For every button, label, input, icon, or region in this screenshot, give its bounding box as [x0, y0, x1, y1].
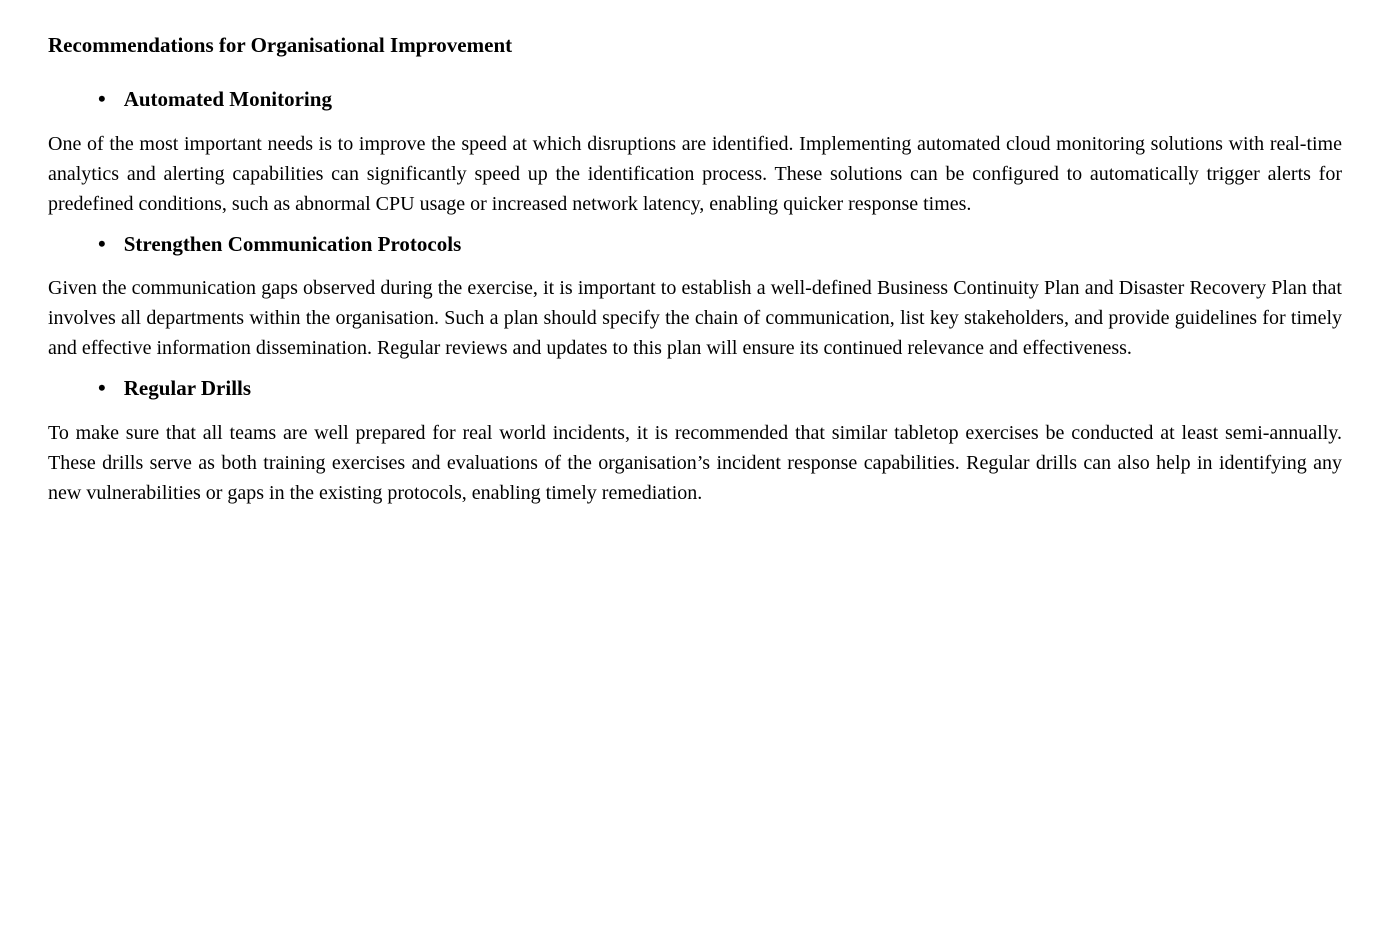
bullet-item-automated-monitoring: • Automated Monitoring — [48, 84, 1342, 114]
page-title: Recommendations for Organisational Impro… — [48, 30, 1342, 60]
bullet-item-strengthen-communication: • Strengthen Communication Protocols — [48, 229, 1342, 259]
sections-container: • Automated Monitoring One of the most imp… — [48, 84, 1342, 507]
section-body-automated-monitoring: One of the most important needs is to im… — [48, 129, 1342, 219]
bullet-dot: • — [98, 233, 106, 255]
bullet-dot: • — [98, 377, 106, 399]
section-heading-strengthen-communication: Strengthen Communication Protocols — [124, 229, 462, 259]
section-heading-regular-drills: Regular Drills — [124, 373, 251, 403]
bullet-dot: • — [98, 88, 106, 110]
section-heading-automated-monitoring: Automated Monitoring — [124, 84, 332, 114]
section-body-strengthen-communication: Given the communication gaps observed du… — [48, 273, 1342, 363]
bullet-item-regular-drills: • Regular Drills — [48, 373, 1342, 403]
section-body-regular-drills: To make sure that all teams are well pre… — [48, 418, 1342, 508]
